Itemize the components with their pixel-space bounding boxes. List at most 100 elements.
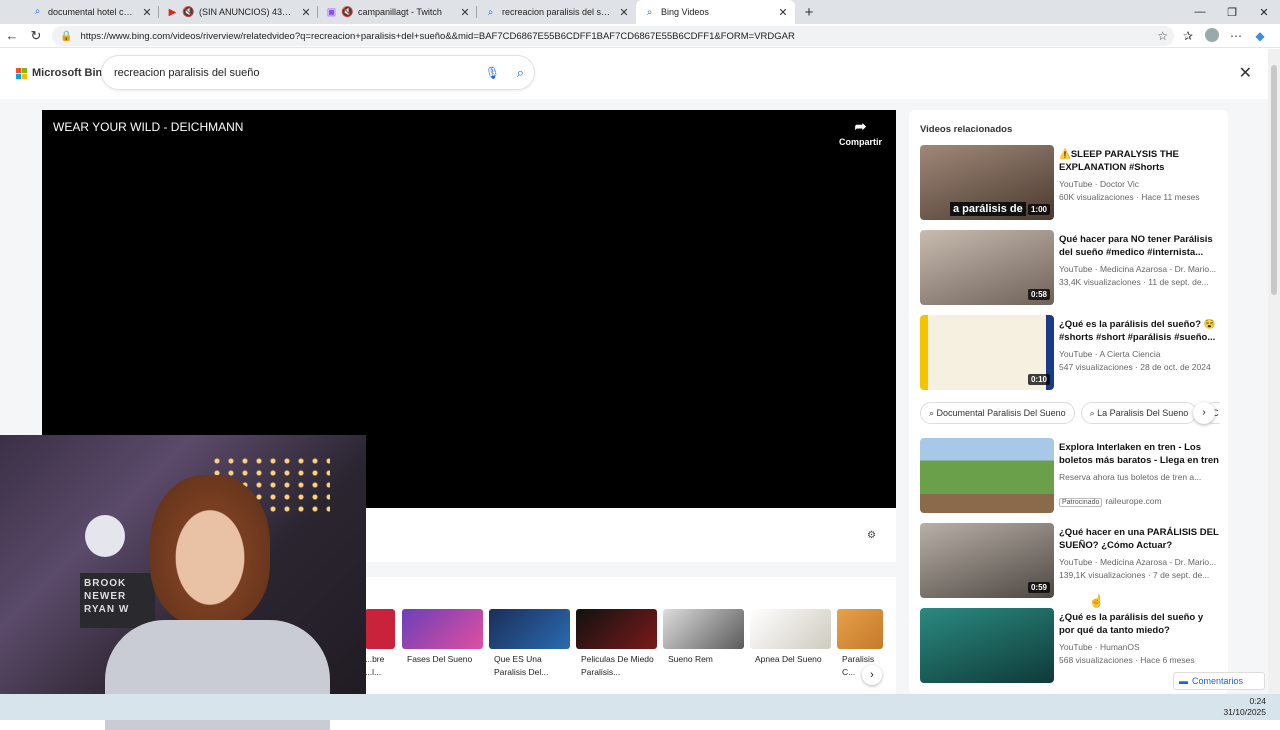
- chips-next-button[interactable]: ›: [1193, 402, 1215, 424]
- refresh-icon[interactable]: ↻: [24, 28, 48, 44]
- video-duration: 0:59: [1027, 582, 1050, 593]
- video-stats: 568 visualizaciones · Hace 6 meses: [1059, 655, 1195, 665]
- comments-button[interactable]: ▬ Comentarios: [1173, 672, 1265, 690]
- system-clock[interactable]: 0:24 31/10/2025: [1223, 696, 1266, 718]
- strip-thumbnail: [402, 609, 483, 649]
- tab-recreacion-paralisis[interactable]: ⌕ recreacion paralisis del sueño - Bing …: [477, 0, 636, 24]
- microphone-icon[interactable]: 🎙: [485, 66, 500, 80]
- related-video-item[interactable]: 0:59 ¿Qué hacer en una PARÁLISIS DEL SUE…: [920, 523, 1220, 599]
- page-scrollbar[interactable]: [1268, 49, 1280, 694]
- tab-label: documental hotel cecil - Búsqueda: [48, 7, 137, 17]
- ad-thumbnail: [920, 438, 1054, 513]
- video-stats: 139,1K visualizaciones · 7 de sept. de..…: [1059, 570, 1210, 580]
- strip-item[interactable]: Sueno Rem: [663, 609, 744, 679]
- microsoft-bing-logo[interactable]: Microsoft Bing: [16, 67, 109, 79]
- back-icon[interactable]: ←: [0, 28, 24, 43]
- profile-avatar[interactable]: [1200, 27, 1224, 45]
- strip-thumbnail: [576, 609, 657, 649]
- search-input[interactable]: recreacion paralisis del sueño 🎙 ⌕: [102, 56, 534, 89]
- streamer-head: [150, 475, 270, 625]
- strip-thumbnail: [663, 609, 744, 649]
- muted-speaker-icon[interactable]: 🔇: [182, 7, 194, 18]
- thumbnail-caption: a parálisis de: [950, 202, 1026, 216]
- browser-tools: ✰ ⋯ ◆: [1176, 26, 1272, 46]
- favorites-icon[interactable]: ✰: [1176, 29, 1200, 43]
- related-videos-heading: Videos relacionados: [920, 124, 1013, 135]
- ad-description: Reserva ahora tus boletos de tren a...: [1059, 472, 1202, 482]
- address-toolbar: ← ↻ 🔒 https://www.bing.com/videos/riverv…: [0, 24, 1280, 48]
- video-title: Qué hacer para NO tener Parálisis del su…: [1059, 234, 1213, 258]
- minimize-icon[interactable]: —: [1184, 6, 1216, 18]
- video-stats: 547 visualizaciones · 28 de oct. de 2024: [1059, 362, 1211, 372]
- tab-bing-videos[interactable]: ⌕ Bing Videos ✕: [636, 0, 795, 24]
- strip-item[interactable]: Fases Del Sueno: [402, 609, 483, 679]
- related-video-item[interactable]: 0:58 Qué hacer para NO tener Parálisis d…: [920, 230, 1220, 306]
- close-tab-icon[interactable]: ✕: [459, 6, 471, 19]
- share-label: Compartir: [838, 137, 882, 147]
- video-source: YouTube · Doctor Vic: [1059, 179, 1140, 189]
- search-query: recreacion paralisis del sueño: [114, 66, 260, 79]
- lock-icon[interactable]: 🔒: [60, 31, 72, 42]
- maximize-icon[interactable]: ❐: [1216, 6, 1248, 19]
- strip-item[interactable]: ...bre ...l...: [365, 609, 395, 679]
- video-stats: 60K visualizaciones · Hace 11 meses: [1059, 192, 1200, 202]
- strip-caption: Sueno Rem: [668, 654, 713, 664]
- tab-432hz[interactable]: ▶ 🔇 (SIN ANUNCIOS) 432 Hz - Cura ✕: [159, 0, 318, 24]
- related-video-item[interactable]: a parálisis de 1:00 ⚠️SLEEP PARALYSIS TH…: [920, 145, 1220, 221]
- scrollbar-thumb[interactable]: [1271, 65, 1277, 295]
- close-icon[interactable]: ✕: [1239, 63, 1252, 83]
- strip-thumbnail: [750, 609, 831, 649]
- strip-item[interactable]: Que ES Una Paralisis Del...: [489, 609, 570, 679]
- chip-documental-paralisis[interactable]: ⌕ Documental Paralisis Del Sueno: [920, 402, 1075, 424]
- ad-footer: Patrocinado raileurope.com: [1059, 496, 1219, 507]
- sponsored-ad-item[interactable]: Explora Interlaken en tren - Los boletos…: [920, 438, 1220, 514]
- more-menu-icon[interactable]: ⋯: [1224, 29, 1248, 43]
- video-source: YouTube · Medicina Azarosa - Dr. Mario..…: [1059, 264, 1217, 274]
- tab-twitch[interactable]: ▣ 🔇 campanillagt - Twitch ✕: [318, 0, 477, 24]
- tab-documental-hotel-cecil[interactable]: ⌕ documental hotel cecil - Búsqueda ✕: [0, 0, 159, 24]
- video-thumbnail: 0:58: [920, 230, 1054, 305]
- microsoft-logo-icon: [16, 67, 27, 79]
- strip-item[interactable]: Apnea Del Sueno: [750, 609, 831, 679]
- strip-caption: Fases Del Sueno: [407, 654, 473, 664]
- logo-text: Microsoft Bing: [32, 67, 109, 79]
- strip-caption: Que ES Una Paralisis Del...: [494, 654, 549, 677]
- webcam-overlay: BROOK NEWER RYAN W: [0, 435, 366, 730]
- tab-label: Bing Videos: [661, 7, 709, 17]
- share-button[interactable]: ➦ Compartir: [839, 118, 882, 147]
- taskbar: 0:24 31/10/2025: [0, 694, 1280, 720]
- url-field[interactable]: 🔒 https://www.bing.com/videos/riverview/…: [52, 26, 1174, 46]
- close-tab-icon[interactable]: ✕: [300, 6, 312, 19]
- video-thumbnail: 0:10: [920, 315, 1054, 390]
- video-thumbnail: 0:59: [920, 523, 1054, 598]
- url-text: https://www.bing.com/videos/riverview/re…: [80, 30, 795, 42]
- tab-label: (SIN ANUNCIOS) 432 Hz - Cura: [199, 7, 296, 17]
- related-search-chips: ⌕ Documental Paralisis Del Sueno ⌕ La Pa…: [920, 402, 1220, 424]
- video-title: ¿Qué es la parálisis del sueño? 😵 #short…: [1059, 319, 1216, 343]
- related-video-item[interactable]: 0:10 ¿Qué es la parálisis del sueño? 😵 #…: [920, 315, 1220, 391]
- next-arrow-button[interactable]: ›: [862, 665, 882, 685]
- copilot-icon[interactable]: ◆: [1248, 29, 1272, 43]
- strip-caption: Apnea Del Sueno: [755, 654, 822, 664]
- background-sign: BROOK NEWER RYAN W: [80, 573, 155, 628]
- settings-icon[interactable]: ⚙: [867, 530, 876, 541]
- video-thumbnail: a parálisis de 1:00: [920, 145, 1054, 220]
- video-duration: 0:58: [1027, 289, 1050, 300]
- strip-thumbnail: [365, 609, 395, 649]
- video-stats: 33,4K visualizaciones · 11 de sept. de..…: [1059, 277, 1209, 287]
- muted-speaker-icon[interactable]: 🔇: [341, 7, 353, 18]
- comments-label: Comentarios: [1192, 676, 1244, 686]
- new-tab-button[interactable]: +: [795, 4, 823, 21]
- close-window-icon[interactable]: ✕: [1248, 6, 1280, 19]
- search-icon[interactable]: ⌕: [517, 65, 524, 81]
- close-tab-icon[interactable]: ✕: [777, 6, 789, 19]
- strip-caption: Peliculas De Miedo Paralisis...: [581, 654, 654, 677]
- close-tab-icon[interactable]: ✕: [618, 6, 630, 19]
- strip-item[interactable]: Peliculas De Miedo Paralisis...: [576, 609, 657, 679]
- close-tab-icon[interactable]: ✕: [141, 6, 153, 19]
- chip-la-paralisis[interactable]: ⌕ La Paralisis Del Sueno: [1080, 402, 1198, 424]
- favorite-star-icon[interactable]: ☆: [1157, 29, 1168, 43]
- search-icon: ⌕: [34, 6, 41, 17]
- chip-label: La Paralisis Del Sueno: [1097, 408, 1189, 418]
- video-title: WEAR YOUR WILD - DEICHMANN: [53, 120, 244, 134]
